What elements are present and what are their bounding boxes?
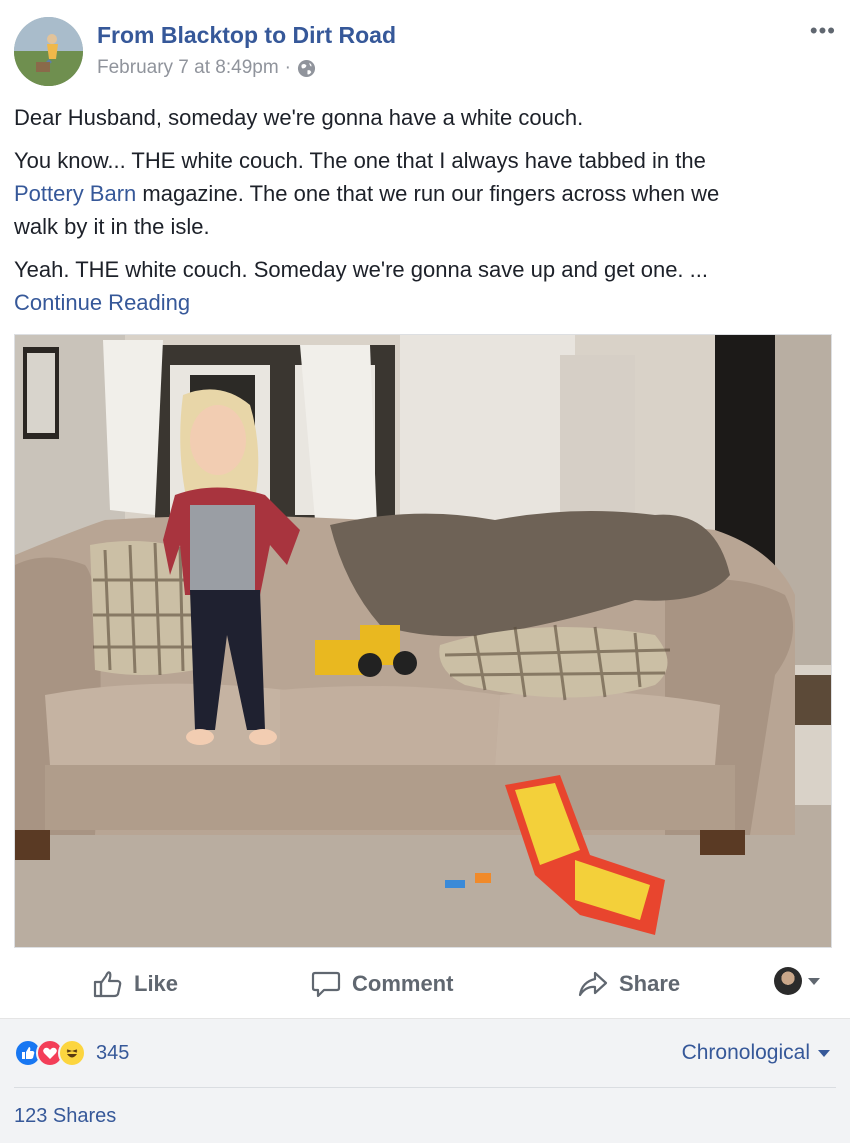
sort-label: Chronological	[681, 1041, 810, 1064]
share-arrow-icon	[578, 971, 608, 997]
chevron-down-icon	[818, 1049, 830, 1057]
share-as-selector[interactable]	[774, 967, 820, 995]
share-button[interactable]: Share	[577, 965, 680, 1003]
post-footer: 345 Chronological 123 Shares	[0, 1018, 850, 1143]
like-button[interactable]: Like	[92, 965, 178, 1003]
comment-sort-dropdown[interactable]: Chronological	[682, 1041, 830, 1065]
paragraph-2-text-b: magazine. The one that we run our finger…	[136, 181, 720, 206]
shares-count-link[interactable]: 123 Shares	[14, 1105, 116, 1128]
action-bar: Like Comment Share	[0, 955, 850, 1013]
paragraph-3-text: Yeah. THE white couch. Someday we're gon…	[14, 257, 708, 282]
post-paragraph-2: You know... THE white couch. The one tha…	[14, 144, 834, 243]
reaction-count: 345	[96, 1041, 130, 1064]
post-timestamp[interactable]: February 7 at 8:49pm	[97, 57, 279, 79]
continue-reading-link[interactable]: Continue Reading	[14, 290, 190, 315]
page-name-link[interactable]: From Blacktop to Dirt Road	[97, 22, 396, 49]
comment-button[interactable]: Comment	[310, 965, 453, 1003]
post-meta: February 7 at 8:49pm ·	[97, 57, 316, 79]
user-avatar	[774, 967, 802, 995]
more-options-icon[interactable]: •••	[810, 18, 836, 44]
reactions-summary[interactable]: 345	[14, 1039, 129, 1067]
globe-icon[interactable]	[297, 59, 316, 78]
footer-divider	[14, 1087, 836, 1088]
facebook-post: From Blacktop to Dirt Road February 7 at…	[0, 0, 850, 1143]
pottery-barn-link[interactable]: Pottery Barn	[14, 181, 136, 206]
comment-label: Comment	[352, 971, 454, 996]
chevron-down-icon	[808, 977, 820, 985]
paragraph-2-text-c: walk by it in the isle.	[14, 214, 210, 239]
like-label: Like	[134, 971, 179, 996]
page-avatar[interactable]	[14, 17, 83, 86]
share-label: Share	[619, 971, 681, 996]
haha-reaction-icon	[58, 1039, 86, 1067]
post-paragraph-3: Yeah. THE white couch. Someday we're gon…	[14, 253, 834, 319]
post-paragraph-1: Dear Husband, someday we're gonna have a…	[14, 105, 584, 130]
thumbs-up-icon	[93, 971, 122, 998]
paragraph-2-text-a: You know... THE white couch. The one tha…	[14, 148, 706, 173]
meta-separator: ·	[284, 57, 291, 78]
comment-icon	[311, 971, 341, 998]
post-photo[interactable]	[14, 334, 832, 948]
